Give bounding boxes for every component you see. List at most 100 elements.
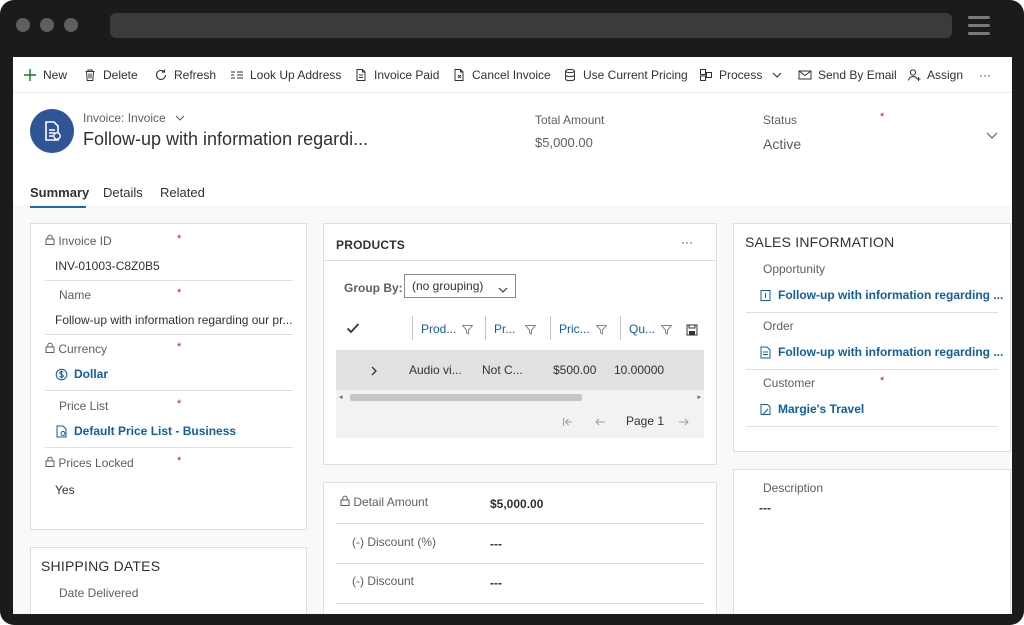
cancel-invoice-button[interactable]: Cancel Invoice (452, 67, 551, 83)
sales-information-title: SALES INFORMATION (745, 234, 895, 250)
scroll-left-icon[interactable]: ◂ (339, 393, 343, 401)
order-link[interactable]: Follow-up with information regarding ... (759, 345, 1003, 359)
required-marker: * (880, 375, 885, 387)
more-commands-button[interactable]: ··· (979, 67, 991, 83)
cell-quantity: 10.00000 (614, 363, 665, 377)
group-by-select[interactable]: (no grouping) (404, 274, 516, 298)
scroll-right-icon[interactable]: ▸ (697, 393, 701, 401)
filter-icon (595, 324, 608, 335)
required-marker: * (177, 455, 182, 467)
scrollbar-thumb[interactable] (350, 394, 582, 401)
required-marker: * (880, 111, 885, 123)
send-by-email-button[interactable]: Send By Email (798, 67, 897, 83)
products-card: PRODUCTS ··· Group By: (no grouping) Pro… (323, 223, 717, 465)
invoice-paid-button[interactable]: Invoice Paid (354, 67, 439, 83)
horizontal-scrollbar[interactable]: ◂ ▸ (336, 390, 704, 404)
use-current-pricing-button[interactable]: Use Current Pricing (563, 67, 688, 83)
detail-amount-label: Detail Amount (340, 495, 428, 509)
column-header-product[interactable]: Prod... (421, 322, 474, 336)
hamburger-menu-icon[interactable] (968, 16, 990, 36)
cancel-invoice-label: Cancel Invoice (472, 68, 551, 82)
divider (45, 447, 293, 448)
column-price-label: Pric... (559, 322, 590, 336)
filter-icon (524, 324, 537, 335)
lock-icon (340, 495, 350, 509)
divider (45, 390, 293, 391)
sales-information-card: SALES INFORMATION Opportunity Follow-up … (733, 223, 1011, 452)
refresh-label: Refresh (174, 68, 217, 82)
process-icon (699, 68, 713, 82)
description-label: Description (763, 481, 824, 495)
first-page-icon[interactable] (562, 416, 574, 430)
expand-row-chevron-icon[interactable] (370, 365, 378, 379)
customer-value: Margie's Travel (778, 402, 865, 416)
new-button[interactable]: New (23, 67, 67, 83)
discount-label: (-) Discount (352, 574, 415, 588)
total-amount-label: Total Amount (535, 113, 605, 127)
currency-link[interactable]: Dollar (55, 367, 108, 381)
description-value[interactable]: --- (759, 501, 771, 515)
filter-icon (660, 324, 673, 335)
date-delivered-label: Date Delivered (59, 586, 139, 600)
select-all-check-icon[interactable] (346, 322, 360, 337)
opportunity-link[interactable]: Follow-up with information regarding ... (759, 288, 1003, 302)
document-icon (354, 68, 368, 82)
products-more-button[interactable]: ··· (681, 235, 693, 249)
customer-link[interactable]: Margie's Travel (759, 402, 864, 416)
name-value[interactable]: Follow-up with information regarding our… (55, 313, 292, 327)
header-expand-chevron-icon[interactable] (986, 129, 998, 143)
delete-button[interactable]: Delete (83, 67, 138, 83)
save-icon[interactable] (686, 324, 698, 339)
person-icon (907, 68, 921, 82)
column-pr-label: Pr... (494, 322, 516, 336)
cell-pr: Not C... (482, 363, 523, 377)
tab-summary[interactable]: Summary (30, 185, 89, 200)
app-screen: New Delete Refresh Look Up Address Invoi… (13, 57, 1012, 614)
window-dot-icon[interactable] (16, 18, 30, 32)
use-current-pricing-label: Use Current Pricing (583, 68, 688, 82)
invoice-paid-label: Invoice Paid (374, 68, 440, 82)
products-title: PRODUCTS (336, 238, 405, 252)
price-list-link[interactable]: Default Price List - Business (55, 424, 236, 438)
status-value: Active (763, 136, 802, 152)
entity-type-label: Invoice: Invoice (83, 111, 166, 125)
tab-related[interactable]: Related (160, 185, 205, 200)
process-button[interactable]: Process (699, 67, 782, 83)
discount-value[interactable]: --- (490, 576, 502, 590)
discount-pct-value[interactable]: --- (490, 537, 502, 551)
chevron-down-icon (498, 283, 508, 297)
required-marker: * (177, 398, 182, 410)
delete-label: Delete (103, 68, 138, 82)
column-header-pr[interactable]: Pr... (494, 322, 537, 336)
window-titlebar (0, 0, 1024, 56)
cell-product[interactable]: Audio vi... (409, 363, 462, 377)
detail-amount-label-text: Detail Amount (353, 495, 429, 509)
next-page-icon[interactable] (678, 416, 690, 430)
look-up-address-label: Look Up Address (250, 68, 342, 82)
name-label: Name (59, 288, 92, 302)
column-divider (550, 316, 551, 340)
price-list-value: Default Price List - Business (74, 424, 237, 438)
price-list-label: Price List (59, 399, 109, 413)
table-row[interactable]: Audio vi... Not C... $500.00 10.00000 (336, 350, 704, 390)
opportunity-label: Opportunity (763, 262, 826, 276)
divider (746, 369, 998, 370)
order-label: Order (763, 319, 794, 333)
look-up-address-button[interactable]: Look Up Address (230, 67, 341, 83)
divider (336, 563, 704, 564)
previous-page-icon[interactable] (594, 416, 606, 430)
refresh-button[interactable]: Refresh (154, 67, 216, 83)
entity-type-selector[interactable]: Invoice: Invoice (83, 111, 185, 125)
divider (746, 312, 998, 313)
column-header-quantity[interactable]: Qu... (629, 322, 673, 336)
total-amount-value: $5,000.00 (535, 135, 593, 150)
address-bar[interactable] (110, 13, 952, 38)
window-dot-icon[interactable] (64, 18, 78, 32)
assign-button[interactable]: Assign (907, 67, 963, 83)
column-quantity-label: Qu... (629, 322, 656, 336)
send-by-email-label: Send By Email (818, 68, 897, 82)
tab-details[interactable]: Details (103, 185, 143, 200)
divider (336, 603, 704, 604)
window-dot-icon[interactable] (40, 18, 54, 32)
column-header-price[interactable]: Pric... (559, 322, 608, 336)
